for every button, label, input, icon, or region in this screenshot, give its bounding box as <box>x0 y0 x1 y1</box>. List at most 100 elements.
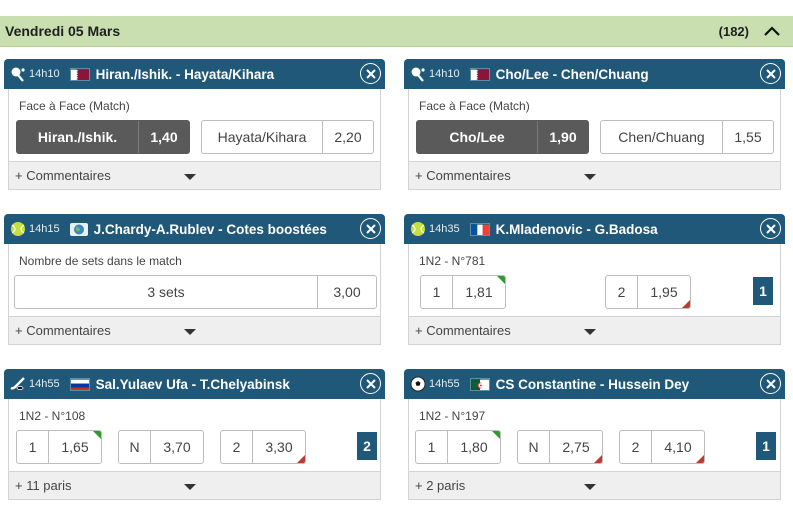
match-title: Cho/Lee - Chen/Chuang <box>495 66 649 82</box>
selection-count-badge[interactable]: 2 <box>357 432 377 460</box>
event-header[interactable]: 14h15 J.Chardy-A.Rublev - Cotes boostées <box>4 214 385 244</box>
event-time: 14h10 <box>429 68 460 80</box>
market-label: Face à Face (Match) <box>19 99 130 113</box>
close-icon[interactable] <box>360 373 381 394</box>
trend-down-icon <box>682 300 690 308</box>
match-title: J.Chardy-A.Rublev - Cotes boostées <box>93 221 327 237</box>
match-title: K.Mladenovic - G.Badosa <box>495 221 658 237</box>
trend-down-icon <box>594 455 602 463</box>
odd-value: 3,70 <box>163 439 191 455</box>
odd-value: 1,80 <box>448 431 500 463</box>
table-tennis-icon <box>410 66 426 82</box>
trend-up-icon <box>492 431 500 439</box>
market-label: 1N2 - N°781 <box>419 254 486 268</box>
event-count: (182) <box>718 23 749 39</box>
market-label: Face à Face (Match) <box>419 99 530 113</box>
event-header[interactable]: 14h10 Hiran./Ishik. - Hayata/Kihara <box>4 59 385 89</box>
odd-value-text: 4,10 <box>664 439 692 455</box>
chevron-down-icon <box>584 484 596 490</box>
match-title: Sal.Yulaev Ufa - T.Chelyabinsk <box>95 376 290 392</box>
event-time: 14h55 <box>29 378 60 390</box>
odd-value: 4,10 <box>652 431 704 463</box>
event-time: 14h15 <box>29 223 60 235</box>
comments-toggle[interactable]: + Commentaires <box>9 161 380 189</box>
odd-button[interactable]: Hiran./Ishik. 1,40 <box>16 120 190 154</box>
event-card: 14h55 Sal.Yulaev Ufa - T.Chelyabinsk 1N2… <box>4 369 385 500</box>
footer-label: + Commentaires <box>415 168 511 183</box>
chevron-down-icon <box>184 484 196 490</box>
odd-label: 1 <box>416 431 448 463</box>
close-icon[interactable] <box>360 218 381 239</box>
odd-button[interactable]: 2 4,10 <box>619 430 705 464</box>
event-time: 14h55 <box>429 378 460 390</box>
footer-label: + Commentaires <box>415 323 511 338</box>
close-icon[interactable] <box>760 373 781 394</box>
odd-value-text: 1,80 <box>460 439 488 455</box>
odd-button[interactable]: Hayata/Kihara 2,20 <box>201 120 374 154</box>
selection-count-badge[interactable]: 1 <box>756 432 776 460</box>
more-bets-toggle[interactable]: + 2 paris <box>409 471 780 499</box>
trend-up-icon <box>93 431 101 439</box>
odd-value: 1,65 <box>49 431 101 463</box>
odd-button[interactable]: N 3,70 <box>118 430 204 464</box>
odd-button[interactable]: 1 1,81 <box>420 275 506 309</box>
match-title: CS Constantine - Hussein Dey <box>495 376 690 392</box>
world-globe-icon <box>69 222 88 236</box>
odd-label: 2 <box>606 276 638 308</box>
day-header[interactable]: Vendredi 05 Mars (182) <box>0 16 793 47</box>
event-card: 14h35 K.Mladenovic - G.Badosa 1N2 - N°78… <box>404 214 785 345</box>
market-label: Nombre de sets dans le match <box>19 254 182 268</box>
selection-count-badge[interactable]: 1 <box>753 277 773 305</box>
event-header[interactable]: 14h35 K.Mladenovic - G.Badosa <box>404 214 785 244</box>
close-icon[interactable] <box>760 218 781 239</box>
trend-down-icon <box>696 455 704 463</box>
close-icon[interactable] <box>360 63 381 84</box>
odd-label: 1 <box>421 276 453 308</box>
odd-label: Hiran./Ishik. <box>17 121 139 153</box>
odd-label: 3 sets <box>15 276 318 308</box>
odd-button[interactable]: Chen/Chuang 1,55 <box>600 120 774 154</box>
odd-label: 2 <box>221 431 253 463</box>
event-card: 14h10 Cho/Lee - Chen/Chuang Face à Face … <box>404 59 785 190</box>
hockey-stick-icon <box>10 376 26 392</box>
market-label: 1N2 - N°108 <box>19 409 86 423</box>
odd-button[interactable]: 2 1,95 <box>605 275 691 309</box>
tennis-ball-icon <box>410 221 426 237</box>
event-header[interactable]: 14h55 CS Constantine - Hussein Dey <box>404 369 785 399</box>
odd-value-text: 2,75 <box>562 439 590 455</box>
comments-toggle[interactable]: + Commentaires <box>409 161 780 189</box>
soccer-ball-icon <box>410 376 426 392</box>
odd-button[interactable]: N 2,75 <box>517 430 603 464</box>
odd-button[interactable]: Cho/Lee 1,90 <box>416 120 589 154</box>
match-title: Hiran./Ishik. - Hayata/Kihara <box>95 66 275 82</box>
chevron-up-icon[interactable] <box>763 22 781 40</box>
russia-flag-icon <box>69 377 90 391</box>
odd-label: N <box>119 431 151 463</box>
odd-button[interactable]: 1 1,80 <box>415 430 501 464</box>
odd-value-text: 3,30 <box>265 439 293 455</box>
more-bets-toggle[interactable]: + 11 paris <box>9 471 380 499</box>
odd-button[interactable]: 3 sets 3,00 <box>14 275 377 309</box>
chevron-down-icon <box>184 174 196 180</box>
odd-label: N <box>518 431 550 463</box>
odd-button[interactable]: 2 3,30 <box>220 430 306 464</box>
event-header[interactable]: 14h10 Cho/Lee - Chen/Chuang <box>404 59 785 89</box>
odd-value: 1,40 <box>150 129 178 145</box>
tennis-ball-icon <box>10 221 26 237</box>
odd-value: 1,55 <box>734 129 762 145</box>
day-title: Vendredi 05 Mars <box>5 23 121 39</box>
odd-value: 1,81 <box>453 276 505 308</box>
odd-value: 1,95 <box>638 276 690 308</box>
comments-toggle[interactable]: + Commentaires <box>409 316 780 344</box>
odd-value: 3,30 <box>253 431 305 463</box>
odd-label: Hayata/Kihara <box>202 121 323 153</box>
odd-value: 3,00 <box>333 284 361 300</box>
odd-label: Cho/Lee <box>417 121 538 153</box>
event-header[interactable]: 14h55 Sal.Yulaev Ufa - T.Chelyabinsk <box>4 369 385 399</box>
odd-value-text: 1,95 <box>650 284 678 300</box>
close-icon[interactable] <box>760 63 781 84</box>
chevron-down-icon <box>184 329 196 335</box>
comments-toggle[interactable]: + Commentaires <box>9 316 380 344</box>
event-time: 14h10 <box>29 68 60 80</box>
odd-button[interactable]: 1 1,65 <box>16 430 102 464</box>
